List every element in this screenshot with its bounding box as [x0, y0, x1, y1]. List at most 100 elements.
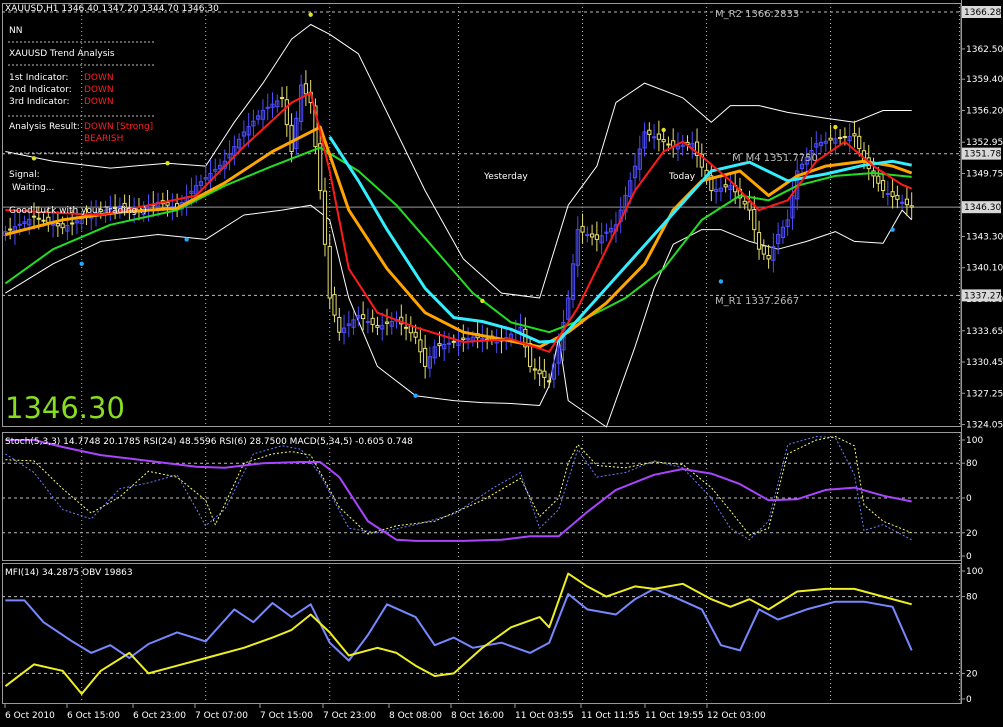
price-tick-label: 1327.25 — [966, 389, 1003, 399]
candle-bear — [384, 321, 390, 324]
osc-tick-label: 0 — [966, 494, 972, 504]
price-tick-label: 1330.45 — [966, 358, 1003, 368]
time-tick-label: 7 Oct 23:00 — [323, 711, 376, 721]
candle-bear — [303, 83, 308, 95]
candle-bear — [55, 223, 60, 227]
today-label: Today — [668, 172, 696, 182]
candle-bear — [418, 339, 423, 353]
signal-value: Waiting... — [12, 183, 54, 193]
candle-bear — [403, 326, 409, 329]
candle-bear — [542, 370, 547, 378]
price-tick-label: 1359.40 — [966, 75, 1003, 85]
price-level-label: 1346.30 — [964, 203, 1001, 213]
candle-bull — [446, 342, 452, 345]
candle-bear — [747, 201, 752, 211]
time-tick-label: 8 Oct 08:00 — [389, 711, 442, 721]
yesterday-label: Yesterday — [483, 172, 528, 182]
candle-bear — [580, 225, 585, 233]
result-value: DOWN [Strong] — [84, 122, 153, 132]
signal-label: Signal: — [9, 170, 40, 180]
candle-bear — [31, 215, 37, 218]
fractal-down-dot — [184, 237, 189, 242]
candle-bear — [361, 314, 366, 320]
time-tick-label: 6 Oct 23:00 — [133, 711, 186, 721]
indicator1-label: 1st Indicator: — [9, 73, 68, 83]
indicator2-value: DOWN — [84, 85, 114, 95]
osc-tick-label: 80 — [966, 593, 978, 603]
time-tick-label: 11 Oct 11:55 — [581, 711, 640, 721]
candle-bear — [413, 331, 418, 338]
fractal-up-dot — [165, 161, 170, 166]
candle-bear — [838, 137, 843, 140]
osc-tick-label: 0 — [966, 552, 972, 562]
price-level-label: 1366.28 — [964, 8, 1001, 18]
candle-bull — [900, 201, 905, 204]
time-tick-label: 12 Oct 03:00 — [707, 711, 766, 721]
price-tick-label: 1340.10 — [966, 264, 1003, 274]
osc-tick-label: 100 — [966, 436, 983, 446]
candle-bear — [842, 136, 848, 139]
candle-bull — [652, 136, 657, 139]
price-level-label: 1351.78 — [964, 150, 1001, 160]
time-tick-label: 8 Oct 16:00 — [451, 711, 504, 721]
candle-bear — [327, 245, 332, 299]
candle-bear — [532, 368, 537, 371]
candle-bear — [890, 191, 895, 197]
candle-bear — [723, 184, 728, 188]
big-price: 1346.30 — [5, 391, 125, 425]
candle-bull — [365, 320, 371, 323]
candle-bear — [589, 233, 595, 238]
candle-bear — [656, 133, 661, 140]
time-tick-label: 11 Oct 03:55 — [515, 711, 574, 721]
indicator1-value: DOWN — [84, 73, 114, 83]
candle-bear — [289, 124, 294, 152]
candle-bear — [876, 175, 881, 184]
time-tick-label: 7 Oct 07:00 — [195, 711, 248, 721]
candle-bear — [437, 343, 442, 347]
fractal-up-dot — [661, 127, 666, 133]
candle-bear — [766, 255, 771, 260]
fractal-up-dot — [31, 156, 37, 161]
price-tick-label: 1356.20 — [966, 106, 1003, 116]
time-tick-label: 6 Oct 15:00 — [67, 711, 120, 721]
candle-bear — [70, 222, 75, 225]
candle-bear — [647, 129, 652, 135]
candle-bear — [279, 97, 285, 100]
candle-bear — [375, 325, 380, 328]
panel-name: NN — [9, 26, 22, 36]
fractal-up-dot — [833, 124, 838, 130]
candle-bear — [661, 139, 666, 143]
candle-bear — [857, 135, 862, 150]
candle-bear — [41, 219, 46, 222]
indicator2-label: 2nd Indicator: — [9, 85, 72, 95]
price-chart[interactable]: 1362.50 1359.40 1356.20 1352.95 1349.75 1343.… — [0, 0, 1003, 727]
fractal-down-dot — [79, 261, 84, 267]
candle-bear — [322, 190, 328, 245]
candle-bear — [828, 137, 833, 141]
time-tick-label: 6 Oct 2010 — [5, 711, 55, 721]
candle-bear — [318, 143, 323, 192]
chart-background — [0, 0, 1003, 727]
candle-bear — [852, 133, 857, 137]
candle-bear — [284, 99, 289, 126]
candle-bear — [337, 317, 342, 333]
candle-bear — [537, 369, 542, 375]
candle-bear — [895, 194, 900, 200]
price-tick-label: 1333.65 — [966, 327, 1003, 337]
candle-bear — [60, 223, 65, 229]
candle-bear — [752, 208, 757, 231]
candle-bear — [370, 317, 375, 325]
osc-tick-label: 100 — [966, 567, 983, 577]
stoch-pane-label: Stoch(5,3,3) 14.7748 20.1785 RSI(24) 48.… — [5, 437, 413, 447]
candle-bear — [423, 347, 428, 367]
fractal-up-dot — [480, 298, 485, 304]
candle-bull — [265, 106, 270, 109]
osc-tick-label: 20 — [966, 669, 978, 679]
pivot-r2-label: M_R2 1366.2833 — [715, 9, 799, 20]
osc-tick-label: 20 — [966, 529, 978, 539]
indicator3-value: DOWN — [84, 97, 114, 107]
mfi-pane-label: MFI(14) 34.2875 OBV 19863 — [5, 568, 133, 578]
fractal-up-dot — [308, 12, 313, 17]
osc-tick-label: 80 — [966, 459, 978, 469]
candle-bear — [594, 234, 599, 240]
